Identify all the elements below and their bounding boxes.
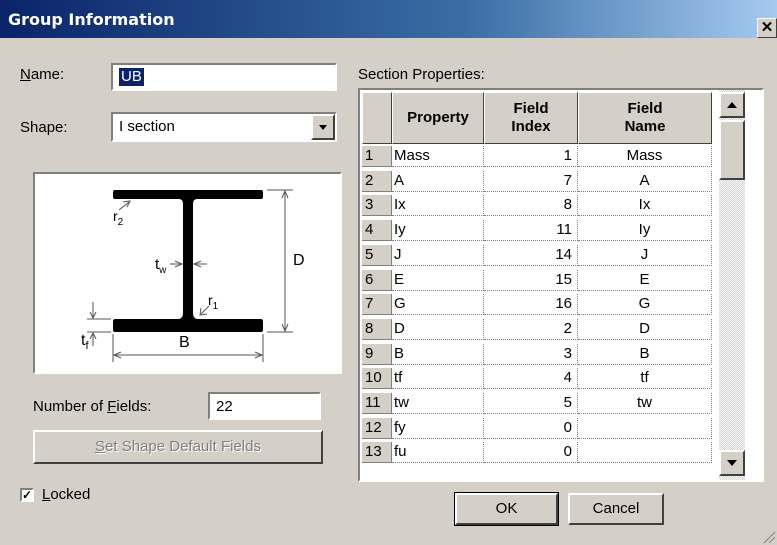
field-index-cell[interactable]: 7 xyxy=(484,170,578,192)
header-field-name[interactable]: Field Name xyxy=(578,92,712,144)
locked-checkbox[interactable]: ✓ xyxy=(20,488,34,502)
arrow-down-icon xyxy=(727,460,737,466)
shape-select[interactable]: I section xyxy=(111,112,337,142)
field-name-cell[interactable]: E xyxy=(578,269,712,291)
field-index-cell[interactable]: 5 xyxy=(484,393,578,414)
chevron-down-icon xyxy=(319,125,327,130)
scroll-thumb[interactable] xyxy=(719,120,745,180)
field-name-cell[interactable]: tf xyxy=(578,368,712,390)
scroll-down-button[interactable] xyxy=(719,450,745,476)
title-bar: Group Information xyxy=(0,0,777,38)
arrow-up-icon xyxy=(727,102,737,108)
property-cell[interactable]: G xyxy=(392,294,484,316)
header-corner xyxy=(362,92,392,144)
field-name-cell[interactable]: Ix xyxy=(578,195,712,217)
locked-label: Locked xyxy=(42,486,91,503)
close-icon: ✕ xyxy=(760,19,774,36)
header-field-index[interactable]: Field Index xyxy=(484,92,578,144)
row-number: 3 xyxy=(362,195,392,217)
section-properties-grid: Property Field Index Field Name 1 Mass 1 Ma… xyxy=(358,88,764,482)
field-index-cell[interactable]: 2 xyxy=(484,318,578,340)
vertical-scrollbar[interactable] xyxy=(718,90,762,480)
row-number: 8 xyxy=(362,318,392,340)
property-cell[interactable]: Iy xyxy=(392,220,484,242)
field-name-cell[interactable]: G xyxy=(578,294,712,316)
row-number: 6 xyxy=(362,269,392,291)
row-number: 10 xyxy=(362,368,392,390)
row-number: 2 xyxy=(362,170,392,192)
set-shape-default-fields-button[interactable]: Set Shape Default Fields xyxy=(33,430,323,464)
field-name-cell[interactable]: tw xyxy=(578,393,712,414)
shape-label: Shape: xyxy=(20,119,68,136)
row-number: 5 xyxy=(362,244,392,266)
row-number: 13 xyxy=(362,442,392,464)
d-label: D xyxy=(293,252,305,269)
row-number: 11 xyxy=(362,393,392,414)
cancel-button[interactable]: Cancel xyxy=(568,493,664,525)
row-number: 7 xyxy=(362,294,392,316)
ok-button[interactable]: OK xyxy=(454,492,559,526)
field-index-cell[interactable]: 15 xyxy=(484,269,578,291)
shape-dropdown-button[interactable] xyxy=(311,114,335,140)
field-index-cell[interactable]: 0 xyxy=(484,417,578,439)
row-number: 9 xyxy=(362,343,392,365)
section-diagram: r2 tw D r1 tf B xyxy=(33,172,342,374)
field-index-cell[interactable]: 8 xyxy=(484,195,578,217)
close-button[interactable]: ✕ xyxy=(757,18,777,38)
row-number: 1 xyxy=(362,146,392,167)
b-label: B xyxy=(179,334,190,351)
field-name-cell[interactable]: D xyxy=(578,318,712,340)
name-label: Name: xyxy=(20,66,65,83)
field-index-cell[interactable]: 3 xyxy=(484,343,578,365)
name-input-value: UB xyxy=(119,68,144,86)
property-cell[interactable]: fu xyxy=(392,442,484,464)
tw-label: tw xyxy=(155,256,167,276)
field-name-cell[interactable]: Iy xyxy=(578,220,712,242)
property-cell[interactable]: tw xyxy=(392,393,484,414)
fields-label: Number of Fields: xyxy=(33,398,152,415)
r1-label: r1 xyxy=(208,292,219,312)
section-properties-label: Section Properties: xyxy=(358,66,485,83)
field-name-cell[interactable]: B xyxy=(578,343,712,365)
property-cell[interactable]: D xyxy=(392,318,484,340)
header-property[interactable]: Property xyxy=(392,92,484,144)
field-name-cell[interactable]: Mass xyxy=(578,146,712,167)
property-cell[interactable]: A xyxy=(392,170,484,192)
scroll-up-button[interactable] xyxy=(719,92,745,118)
field-index-cell[interactable]: 4 xyxy=(484,368,578,390)
field-index-cell[interactable]: 1 xyxy=(484,146,578,167)
resize-grip-icon[interactable] xyxy=(760,528,776,544)
field-index-cell[interactable]: 11 xyxy=(484,220,578,242)
property-cell[interactable]: tf xyxy=(392,368,484,390)
check-icon: ✓ xyxy=(22,488,33,502)
shape-select-value: I section xyxy=(119,118,175,135)
fields-input[interactable]: 22 xyxy=(208,392,321,420)
field-index-cell[interactable]: 0 xyxy=(484,442,578,464)
field-index-cell[interactable]: 14 xyxy=(484,244,578,266)
row-number: 12 xyxy=(362,417,392,439)
field-index-cell[interactable]: 16 xyxy=(484,294,578,316)
field-name-cell[interactable] xyxy=(578,442,712,464)
property-cell[interactable]: E xyxy=(392,269,484,291)
property-cell[interactable]: Mass xyxy=(392,146,484,167)
tf-label: tf xyxy=(81,332,89,353)
row-number: 4 xyxy=(362,220,392,242)
name-input[interactable]: UB xyxy=(111,63,337,91)
property-cell[interactable]: Ix xyxy=(392,195,484,217)
property-cell[interactable]: J xyxy=(392,244,484,266)
window-title: Group Information xyxy=(8,10,175,29)
field-name-cell[interactable] xyxy=(578,417,712,439)
property-cell[interactable]: B xyxy=(392,343,484,365)
r2-label: r2 xyxy=(113,208,124,228)
property-cell[interactable]: fy xyxy=(392,417,484,439)
field-name-cell[interactable]: J xyxy=(578,244,712,266)
field-name-cell[interactable]: A xyxy=(578,170,712,192)
